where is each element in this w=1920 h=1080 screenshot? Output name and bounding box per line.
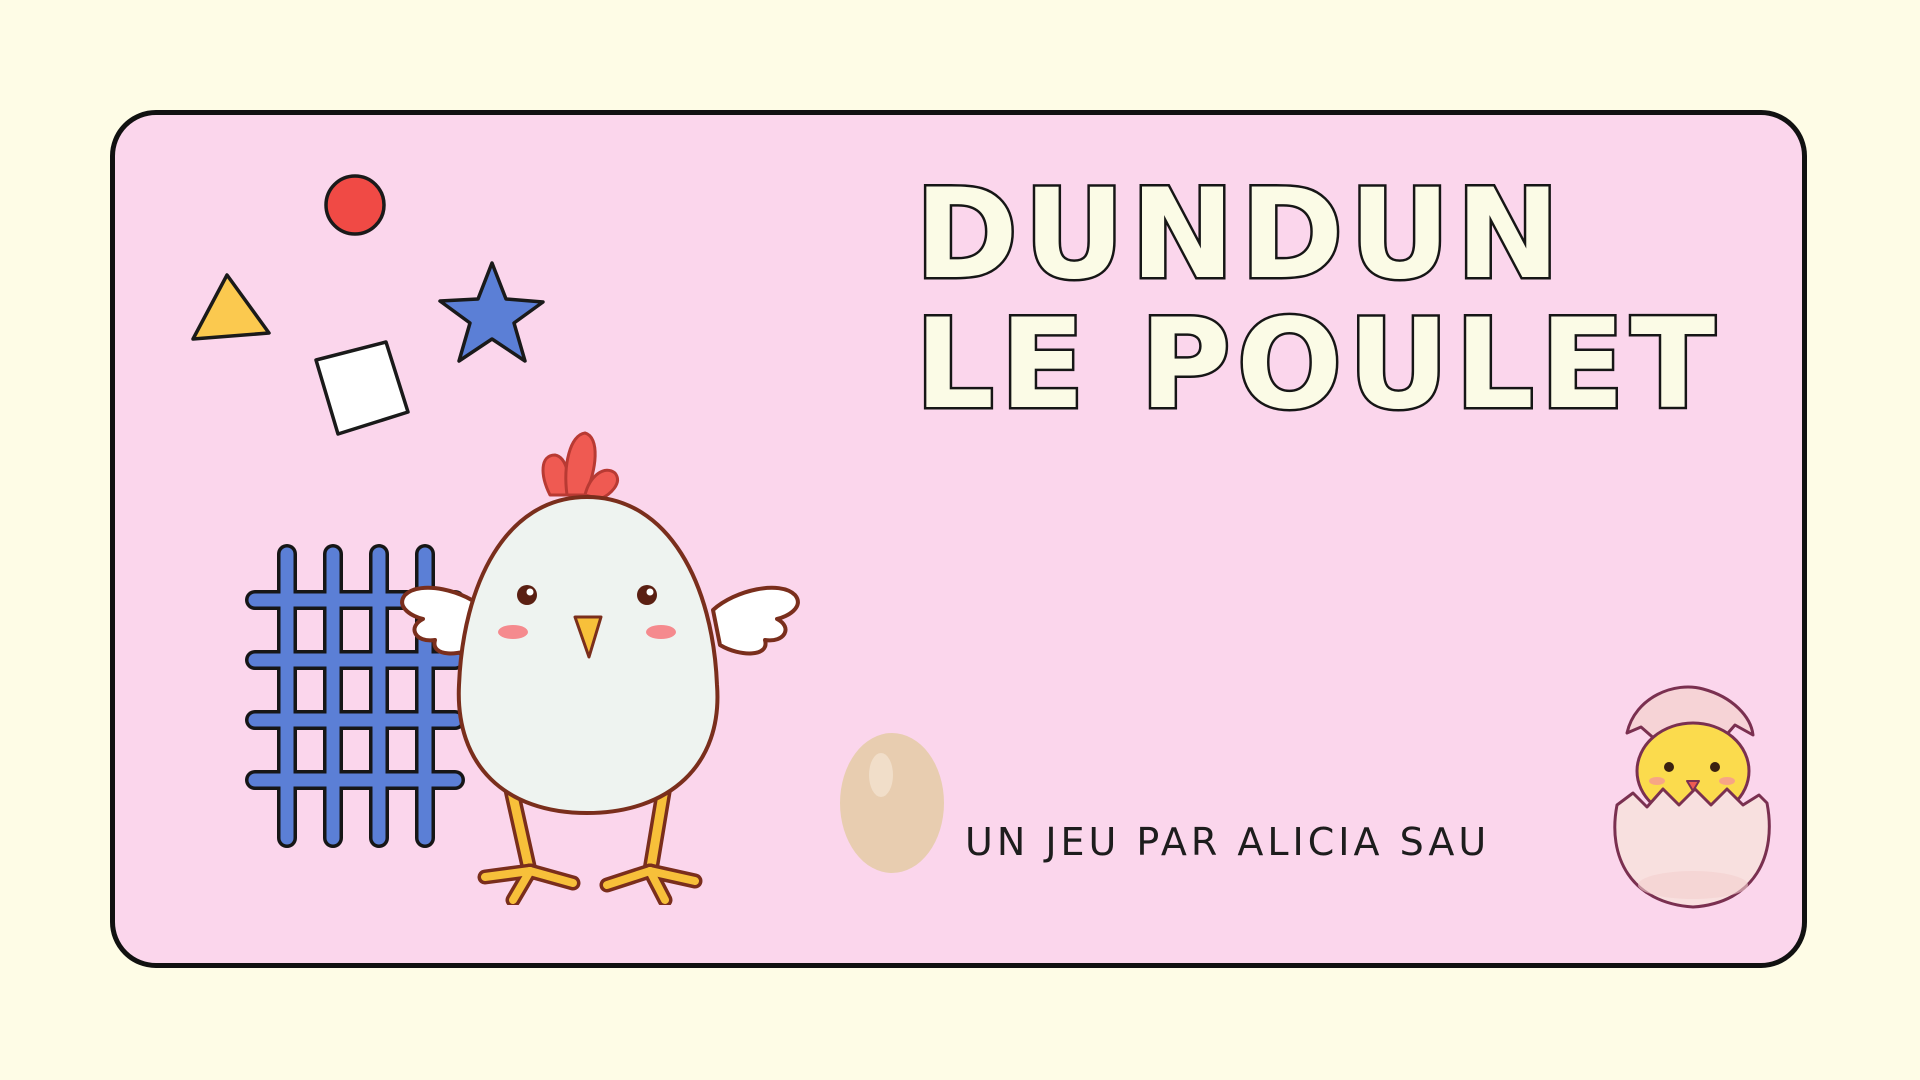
blue-star-icon xyxy=(438,261,545,363)
title-card: DUNDUN LE POULET UN JEU PAR ALICIA SAU xyxy=(110,110,1807,968)
title-line-2: LE POULET xyxy=(912,293,1722,437)
title-line-1: DUNDUN xyxy=(913,163,1566,307)
hatching-chick-icon xyxy=(1613,685,1771,909)
egg-icon xyxy=(840,733,944,873)
author-byline: UN JEU PAR ALICIA SAU xyxy=(965,820,1491,864)
game-title: DUNDUN LE POULET xyxy=(912,168,1775,433)
yellow-triangle-icon xyxy=(191,273,271,341)
red-circle-icon xyxy=(324,174,386,236)
chicken-icon xyxy=(400,431,800,905)
